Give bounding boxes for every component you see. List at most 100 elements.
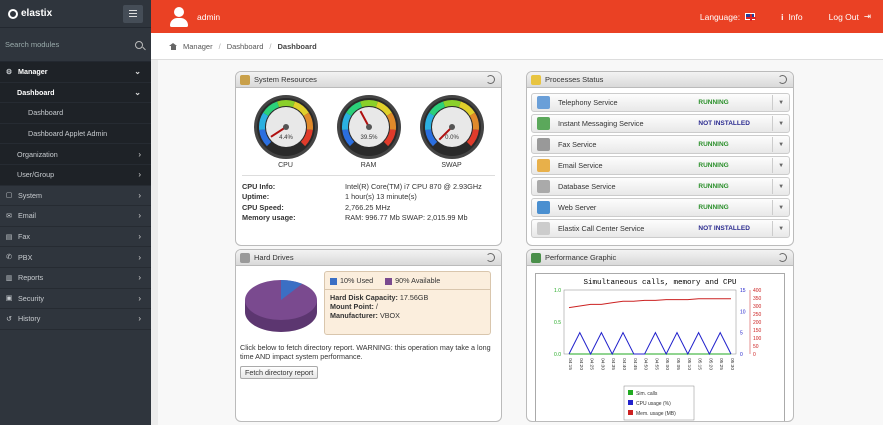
x-tick-label: 04:50 <box>643 358 649 370</box>
panel-header: Hard Drives <box>236 250 501 266</box>
breadcrumb-item[interactable]: Manager <box>183 42 213 51</box>
info-key: CPU Info: <box>242 181 276 191</box>
y-tick-right: 350 <box>753 296 762 302</box>
chevron-right-icon: › <box>138 211 141 221</box>
process-action-dropdown[interactable]: ▼ <box>772 158 789 173</box>
legend-used: 10% Used <box>330 276 373 285</box>
hard-drive-icon <box>240 252 250 263</box>
sidebar-item-pbx[interactable]: ✆ PBX › <box>0 247 151 268</box>
sidebar-item-history[interactable]: ↺ History › <box>0 309 151 330</box>
performance-chart-svg: Simultaneous calls, memory and CPU 0.0 0.5… <box>554 279 762 421</box>
swap-gauge: 0.0% SWAP <box>419 94 485 169</box>
processes-icon <box>531 74 541 85</box>
chevron-right-icon: › <box>138 293 141 303</box>
search-bar <box>0 28 151 62</box>
language-selector[interactable]: Language: <box>700 12 757 22</box>
sidebar-item-dashboard[interactable]: Dashboard ⌄ <box>0 82 151 104</box>
refresh-icon[interactable] <box>486 75 495 84</box>
sidebar-item-organization[interactable]: Organization › <box>0 144 151 165</box>
info-value: Intel(R) Core(TM) i7 CPU 870 @ 2.93GHz <box>345 181 482 191</box>
process-status: RUNNING <box>698 162 729 169</box>
info-row: Memory usage: RAM: 996.77 Mb SWAP: 2,015.… <box>242 213 495 224</box>
headset-icon <box>537 222 550 235</box>
y-tick-mid: 15 <box>740 288 746 294</box>
dashboard-content: System Resources 4.4% CPU 39.5% RAM 0.0%… <box>158 60 883 425</box>
logout-icon: ⇥ <box>863 11 871 21</box>
x-tick-label: 05:10 <box>686 358 692 370</box>
refresh-icon[interactable] <box>486 253 495 262</box>
info-row: Uptime: 1 hour(s) 13 minute(s) <box>242 192 495 203</box>
chevron-down-icon: ⌄ <box>134 67 141 77</box>
gauge-hub <box>365 124 372 130</box>
y-tick-mid: 10 <box>740 309 746 315</box>
sidebar-item-label: Manager <box>18 67 48 77</box>
breadcrumb-item[interactable]: Dashboard <box>227 42 264 51</box>
process-action-dropdown[interactable]: ▼ <box>772 200 789 215</box>
legend-used-label: 10% Used <box>340 276 374 285</box>
sidebar-item-security[interactable]: ▣ Security › <box>0 289 151 310</box>
legend-swatch-used <box>330 277 337 285</box>
process-action-dropdown[interactable]: ▼ <box>772 95 789 110</box>
refresh-icon[interactable] <box>778 75 787 84</box>
user-menu[interactable]: admin <box>151 6 220 27</box>
info-value: RAM: 996.77 Mb SWAP: 2,015.99 Mb <box>345 213 468 223</box>
fetch-directory-report-button[interactable]: Fetch directory report <box>240 366 319 379</box>
x-tick-label: 05:15 <box>697 358 703 370</box>
gauges: 4.4% CPU 39.5% RAM 0.0% SWAP <box>236 88 501 169</box>
process-action-dropdown[interactable]: ▼ <box>772 179 789 194</box>
search-input[interactable] <box>5 40 115 49</box>
sidebar-item-dashboard-applet-admin[interactable]: Dashboard Applet Admin <box>0 123 151 145</box>
info-icon: i <box>781 11 784 22</box>
logout-link[interactable]: Log Out ⇥ <box>829 11 871 22</box>
swap-gauge-dial: 0.0% <box>419 95 484 159</box>
sidebar-item-label: Dashboard Applet Admin <box>28 129 108 139</box>
y-tick-right: 100 <box>753 336 762 342</box>
sidebar-item-system[interactable]: ▢ System › <box>0 186 151 207</box>
process-action-dropdown[interactable]: ▼ <box>772 116 789 131</box>
y-tick-left: 0.0 <box>554 352 561 358</box>
sidebar-item-label: PBX <box>18 252 33 262</box>
process-list: Telephony Service RUNNING ▼ Instant Messag… <box>527 88 793 238</box>
sidebar-item-user-group[interactable]: User/Group › <box>0 164 151 186</box>
panel-header: Performance Graphic <box>527 250 793 266</box>
gauge-label: SWAP <box>441 162 462 169</box>
sidebar-item-manager[interactable]: ⚙ Manager ⌄ <box>0 62 151 83</box>
gear-icon: ⚙ <box>5 68 13 76</box>
capacity-key: Hard Disk Capacity: <box>330 293 398 302</box>
performance-chart: Simultaneous calls, memory and CPU 0.0 0.5… <box>535 273 785 421</box>
process-name: Fax Service <box>557 140 597 149</box>
process-name: Telephony Service <box>557 98 618 107</box>
info-key: Uptime: <box>242 192 270 202</box>
sidebar-item-reports[interactable]: ▥ Reports › <box>0 268 151 289</box>
panel-header: System Resources <box>236 72 501 88</box>
disk-legend: 10% Used 90% Available <box>325 272 490 290</box>
email-icon <box>537 159 550 172</box>
ram-gauge-dial: 39.5% <box>336 95 401 159</box>
refresh-icon[interactable] <box>778 253 787 262</box>
info-link[interactable]: i Info <box>781 12 803 22</box>
sidebar-item-label: Dashboard <box>28 108 64 118</box>
sidebar-item-fax[interactable]: ▤ Fax › <box>0 227 151 248</box>
process-status: RUNNING <box>698 204 729 211</box>
globe-icon <box>537 201 550 214</box>
info-value: 1 hour(s) 13 minute(s) <box>345 192 417 202</box>
home-icon[interactable] <box>169 42 177 50</box>
top-bar: admin Language: i Info Log Out ⇥ <box>151 0 883 33</box>
process-action-dropdown[interactable]: ▼ <box>772 137 789 152</box>
process-action-dropdown[interactable]: ▼ <box>772 221 789 236</box>
chevron-right-icon: › <box>138 232 141 242</box>
menu-toggle-button[interactable] <box>123 4 143 23</box>
sidebar-item-email[interactable]: ✉ Email › <box>0 206 151 227</box>
process-name: Database Service <box>557 182 616 191</box>
logout-label: Log Out <box>828 11 859 22</box>
process-row-database: Database Service RUNNING ▼ <box>531 177 790 196</box>
chevron-right-icon: › <box>138 252 141 262</box>
legend-swatch <box>628 390 633 395</box>
sidebar-item-label: Fax <box>18 232 30 242</box>
breadcrumb-separator: / <box>269 41 272 51</box>
y-tick-right: 50 <box>753 344 759 350</box>
x-tick-label: 05:25 <box>718 358 724 370</box>
gauge-arc-segment <box>276 100 295 108</box>
search-icon[interactable] <box>135 40 143 49</box>
sidebar-item-dashboard-page[interactable]: Dashboard <box>0 103 151 124</box>
